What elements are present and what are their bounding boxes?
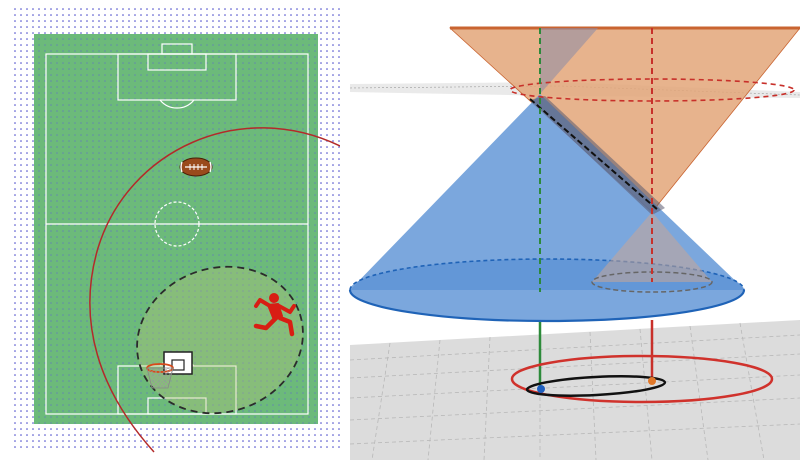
right-panel (348, 26, 800, 460)
ground-plane (349, 320, 800, 460)
figure-canvas (10, 8, 800, 460)
figure (0, 0, 800, 460)
orange-point (648, 377, 656, 385)
left-panel (10, 8, 340, 453)
blue-point (537, 385, 545, 393)
american-football-icon (179, 157, 213, 177)
